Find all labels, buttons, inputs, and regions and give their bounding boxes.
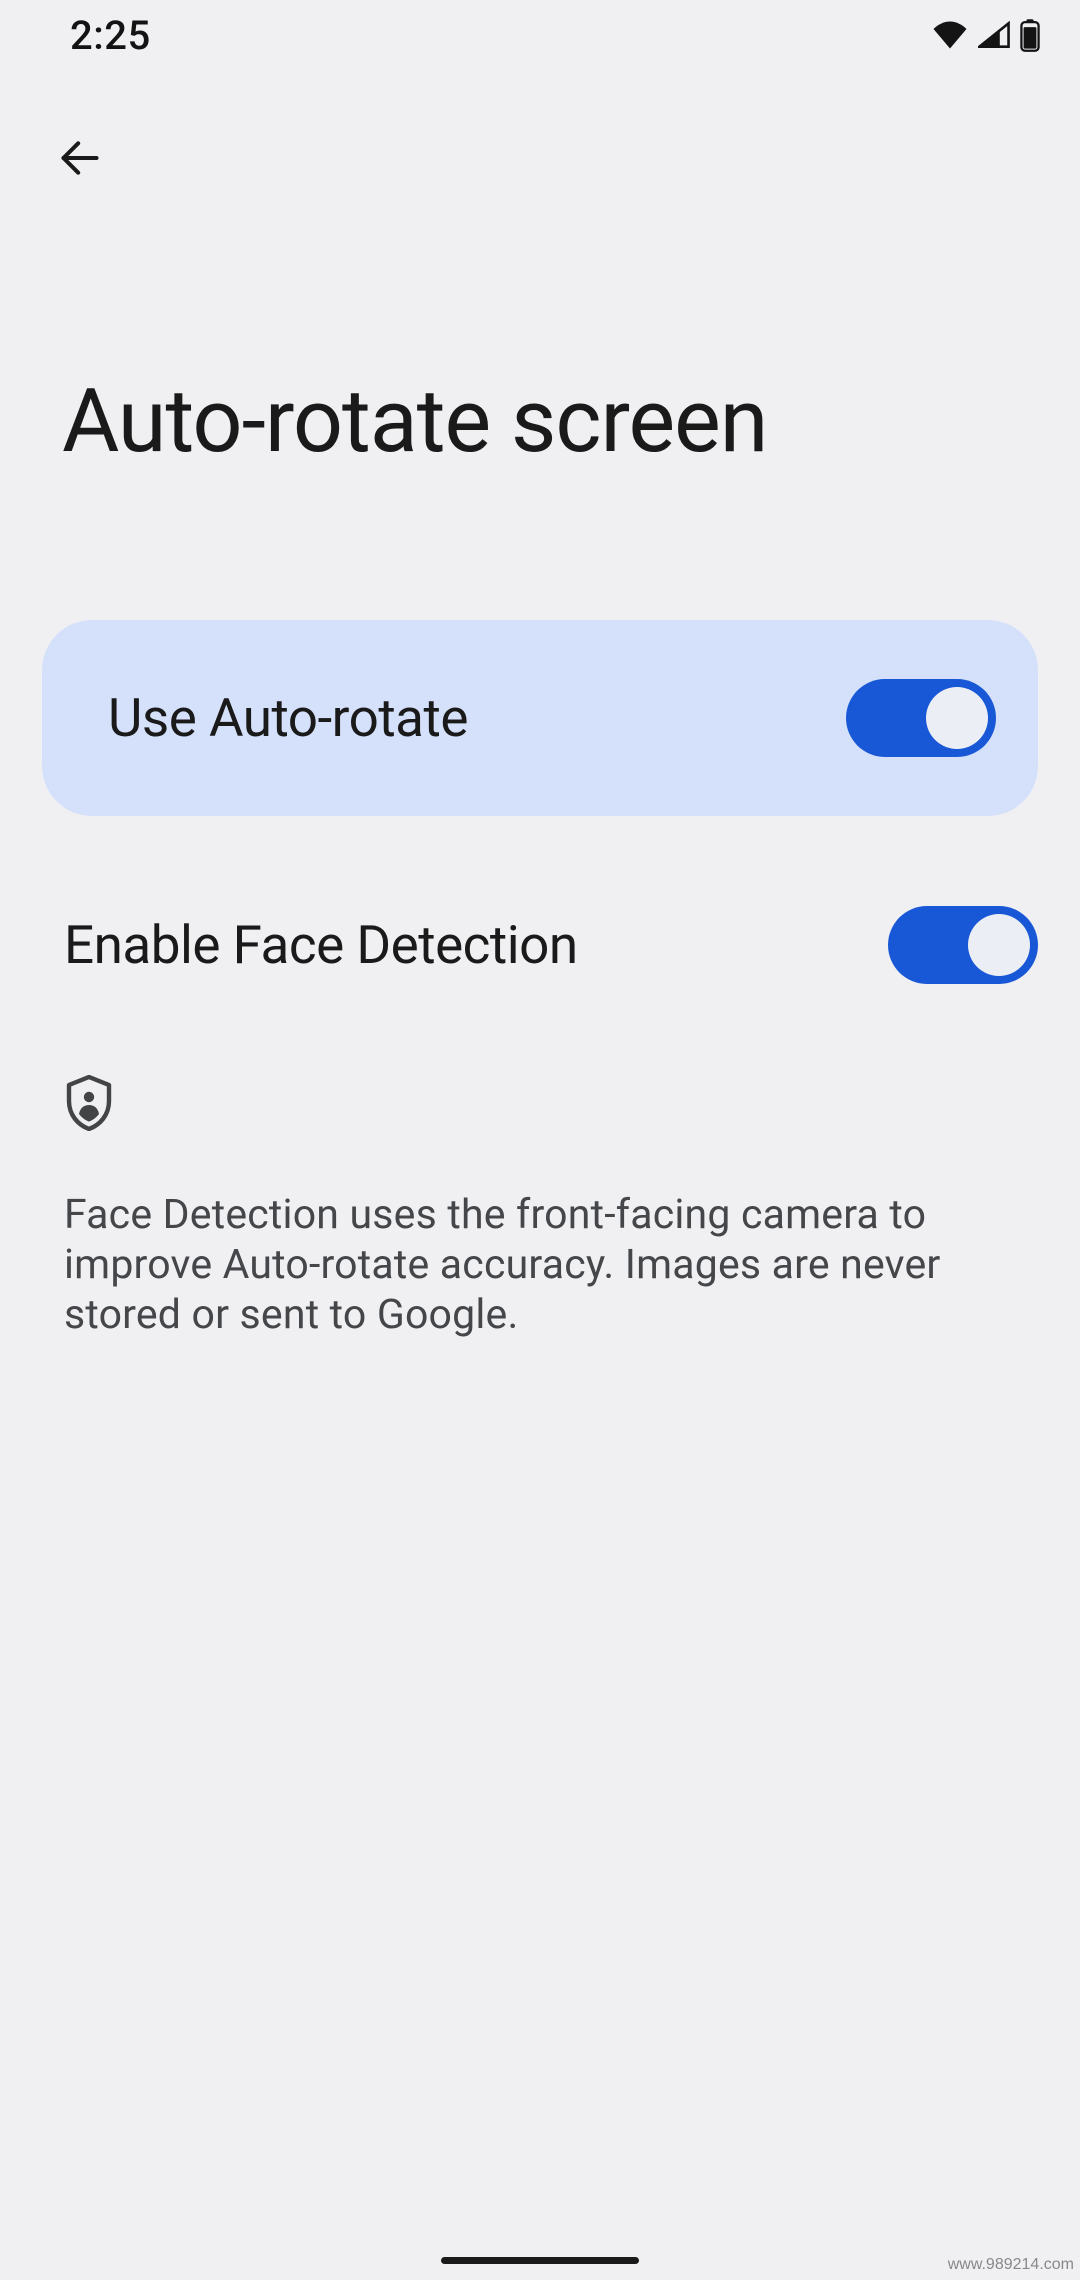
navigation-handle[interactable] <box>441 2257 639 2264</box>
face-detection-description: Face Detection uses the front-facing cam… <box>64 1190 1000 1340</box>
signal-icon <box>978 21 1010 49</box>
use-auto-rotate-label: Use Auto-rotate <box>108 687 468 749</box>
page-title: Auto-rotate screen <box>62 370 767 473</box>
privacy-shield-icon <box>64 1075 114 1135</box>
status-time: 2:25 <box>70 12 151 59</box>
use-auto-rotate-row[interactable]: Use Auto-rotate <box>42 620 1038 816</box>
watermark: www.989214.com <box>948 2256 1074 2274</box>
enable-face-detection-row[interactable]: Enable Face Detection <box>64 890 1038 1000</box>
arrow-back-icon <box>58 136 102 184</box>
use-auto-rotate-toggle[interactable] <box>846 679 996 757</box>
status-icons <box>932 18 1040 52</box>
status-bar: 2:25 <box>0 0 1080 70</box>
wifi-icon <box>932 21 968 49</box>
battery-icon <box>1020 18 1040 52</box>
back-button[interactable] <box>50 130 110 190</box>
enable-face-detection-label: Enable Face Detection <box>64 914 578 976</box>
enable-face-detection-toggle[interactable] <box>888 906 1038 984</box>
